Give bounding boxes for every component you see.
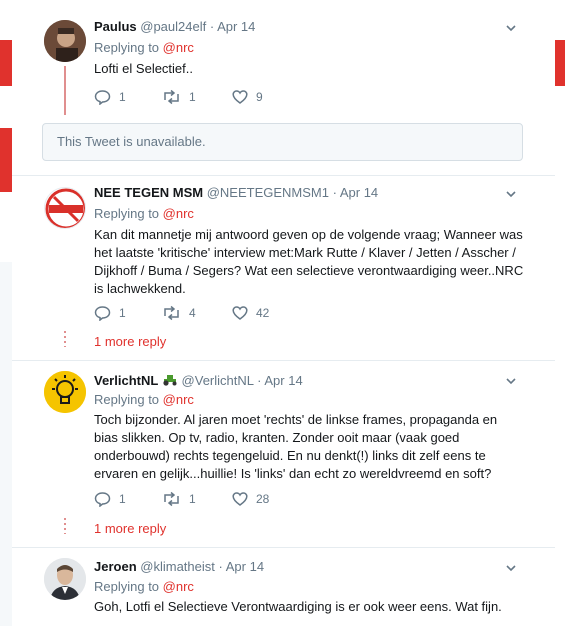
user-handle[interactable]: @NEETEGENMSM1 [207,185,329,200]
replying-to-label: Replying to [94,40,160,55]
reply-thread-panel: Paulus @paul24elf · Apr 14 Replying to @… [12,0,555,626]
background-red-band [0,128,12,192]
dot-separator: · [257,373,262,388]
reply-count: 1 [119,306,126,320]
more-replies-link[interactable]: 1 more reply [94,521,166,536]
tweet-date[interactable]: Apr 14 [340,185,378,200]
tweet-neetegenmsm[interactable]: NEE TEGEN MSM @NEETEGENMSM1 · Apr 14 Rep… [12,176,555,360]
background-red-band [0,40,12,86]
background-grey-area [0,262,12,626]
tweet-jeroen[interactable]: Jeroen @klimatheist · Apr 14 Replying to… [12,548,555,626]
mention-link[interactable]: @nrc [163,206,194,221]
avatar[interactable] [44,187,86,229]
caret-down-icon[interactable] [505,188,517,200]
like-icon [232,90,248,104]
replying-to-label: Replying to [94,579,160,594]
reply-button[interactable]: 1 [94,491,126,507]
tweet-unavailable-notice: This Tweet is unavailable. [42,123,523,161]
tweet-text: Goh, Lotfi el Selectieve Verontwaardigin… [94,599,502,614]
tweet-text: Toch bijzonder. Al jaren moet 'rechts' d… [94,412,498,481]
like-count: 28 [256,492,270,506]
dot-separator: · [218,559,223,574]
lightbulb-icon [44,371,86,413]
retweet-button[interactable]: 1 [162,491,196,507]
replying-to-label: Replying to [94,392,160,407]
display-name[interactable]: Jeroen [94,559,137,574]
mention-link[interactable]: @nrc [163,579,194,594]
display-name[interactable]: VerlichtNL [94,373,158,388]
reply-icon [94,306,111,321]
retweet-count: 1 [189,492,196,506]
reply-icon [94,90,111,105]
retweet-button[interactable]: 1 [162,89,196,105]
retweet-button[interactable]: 4 [162,305,196,321]
user-handle[interactable]: @klimatheist [140,559,215,574]
tweet-header: Jeroen @klimatheist · Apr 14 [94,559,264,574]
display-name[interactable]: NEE TEGEN MSM [94,185,203,200]
retweet-icon [164,305,179,321]
retweet-icon [164,491,179,507]
tweet-date[interactable]: Apr 14 [226,559,264,574]
tweet-actions: 1 1 28 [94,491,294,507]
tweet-date[interactable]: Apr 14 [217,19,255,34]
mention-link[interactable]: @nrc [163,40,194,55]
background-page-right [555,0,565,626]
like-button[interactable]: 28 [232,491,269,507]
avatar-image [44,20,86,62]
tweet-header: VerlichtNL @VerlichtNL · Apr 14 [94,373,303,388]
avatar[interactable] [44,20,86,62]
tweet-actions: 1 4 42 [94,305,294,321]
tweet-header: NEE TEGEN MSM @NEETEGENMSM1 · Apr 14 [94,185,378,200]
reply-icon [94,492,111,507]
tweet-verlichtnl[interactable]: VerlichtNL @VerlichtNL · Apr 14 Replying… [12,361,555,547]
tweet-date[interactable]: Apr 14 [264,373,302,388]
caret-down-icon[interactable] [505,375,517,387]
reply-count: 1 [119,90,126,104]
avatar[interactable] [44,558,86,600]
retweet-icon [164,89,179,105]
tweet-text: Lofti el Selectief.. [94,61,193,76]
reply-button[interactable]: 1 [94,305,126,321]
more-replies-link[interactable]: 1 more reply [94,334,166,349]
replying-to-label: Replying to [94,206,160,221]
caret-down-icon[interactable] [505,562,517,574]
tweet-text: Kan dit mannetje mij antwoord geven op d… [94,227,524,296]
tractor-icon [163,375,177,386]
replying-to: Replying to @nrc [94,392,194,407]
caret-down-icon[interactable] [505,22,517,34]
like-count: 42 [256,306,270,320]
avatar-image [44,558,86,600]
tweet-paulus[interactable]: Paulus @paul24elf · Apr 14 Replying to @… [12,0,555,115]
like-icon [232,306,248,320]
reply-button[interactable]: 1 [94,89,126,105]
reply-count: 1 [119,492,126,506]
replying-to: Replying to @nrc [94,206,194,221]
thread-connector [64,518,66,534]
user-handle[interactable]: @paul24elf [140,19,206,34]
retweet-count: 4 [189,306,196,320]
like-count: 9 [256,90,263,104]
like-button[interactable]: 42 [232,305,269,321]
user-handle[interactable]: @VerlichtNL [182,373,254,388]
thread-connector [64,66,66,115]
thread-connector [64,331,66,347]
replying-to: Replying to @nrc [94,579,194,594]
tweet-header: Paulus @paul24elf · Apr 14 [94,19,255,34]
avatar-image [45,188,85,228]
display-name[interactable]: Paulus [94,19,137,34]
replying-to: Replying to @nrc [94,40,194,55]
mention-link[interactable]: @nrc [163,392,194,407]
dot-separator: · [332,185,337,200]
avatar[interactable] [44,371,86,413]
tweet-actions: 1 1 9 [94,89,294,105]
retweet-count: 1 [189,90,196,104]
background-page-left [0,0,12,626]
like-icon [232,492,248,506]
like-button[interactable]: 9 [232,89,263,105]
background-red-band [555,40,565,86]
dot-separator: · [209,19,215,34]
